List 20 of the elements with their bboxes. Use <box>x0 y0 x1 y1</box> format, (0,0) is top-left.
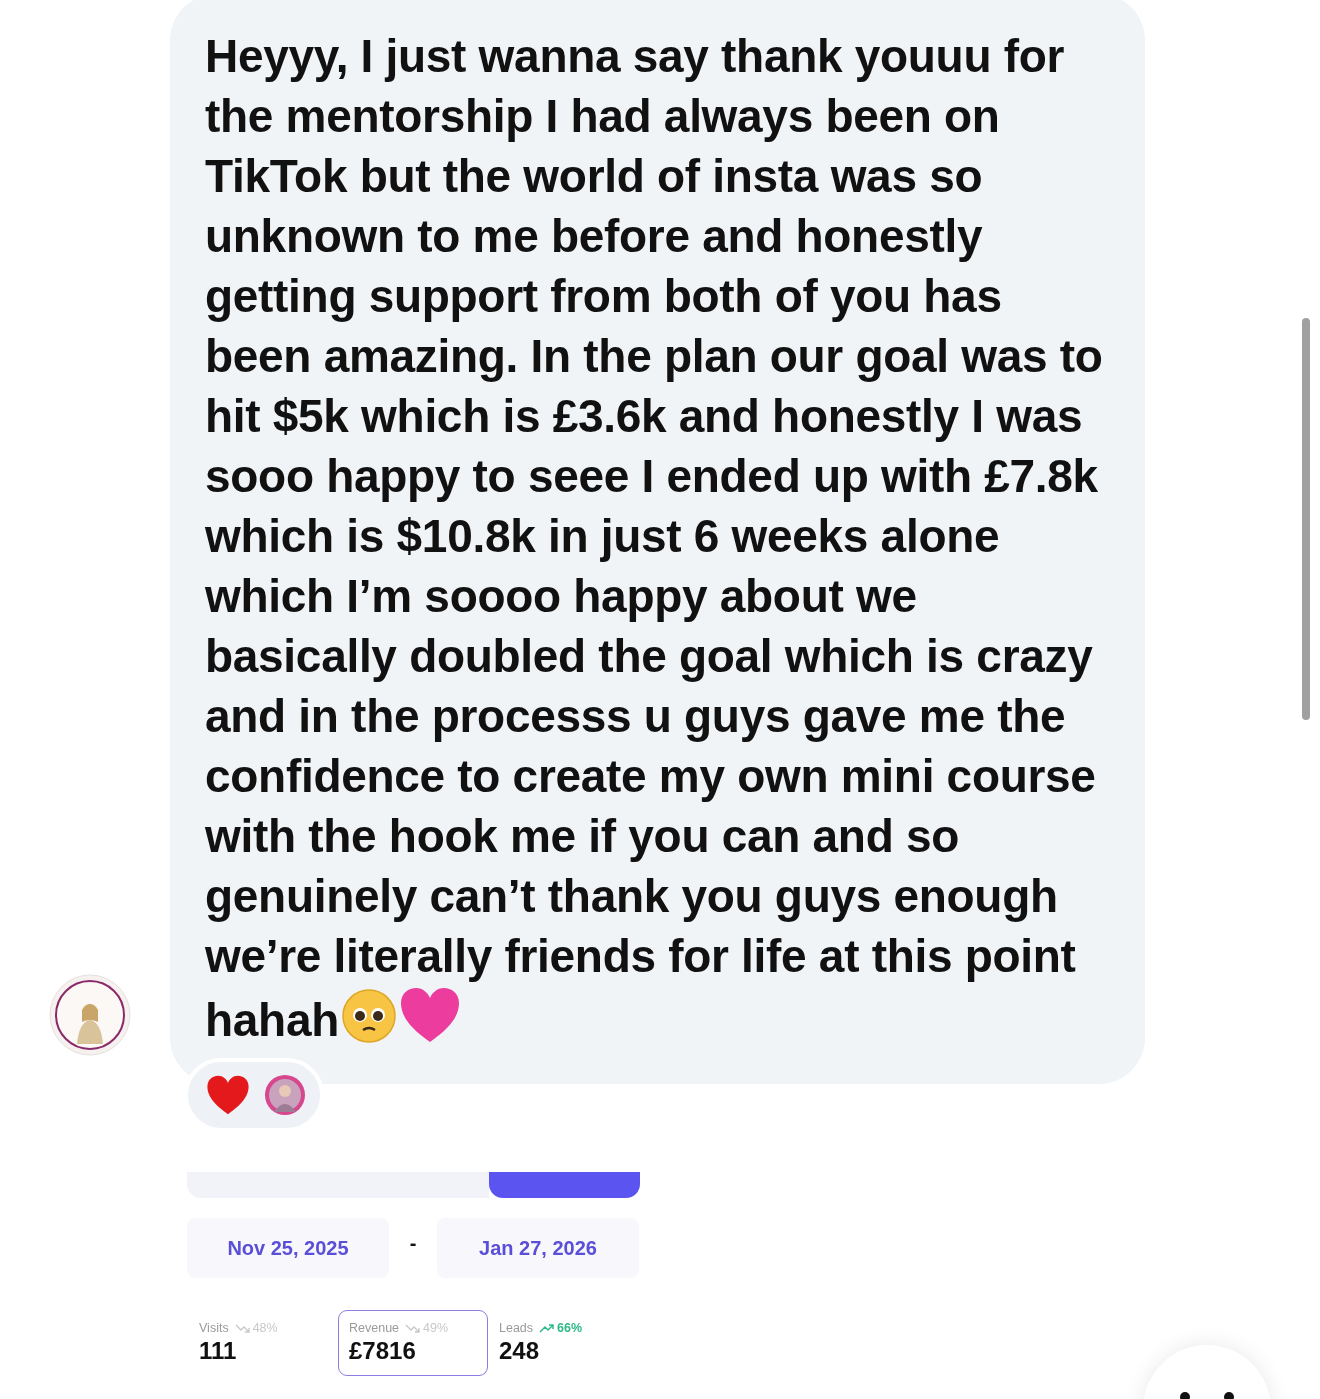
heart-icon <box>398 986 461 1044</box>
stat-label: Visits <box>199 1321 229 1335</box>
stat-value: 111 <box>199 1337 238 1365</box>
stat-label: Revenue <box>349 1321 400 1335</box>
range-tab[interactable] <box>489 1172 640 1198</box>
stat-value: £7816 <box>349 1337 417 1365</box>
stat-card[interactable]: Leads 66% 248 <box>488 1310 638 1376</box>
trend-down-icon <box>405 1323 422 1333</box>
stat-value: 248 <box>499 1337 541 1365</box>
message-text: Heyyy, I just wanna say thank youuu for the mentorship I had always been on TikTok but the world of insta was so unknown to me before and honestly getting support from both of you has been amazing. In the plan our goal was to hit $5k which is £3.6k and honestly I was sooo happy to seee I ended up with £7.8k which is $10.8k in just 6 weeks alone which I’m soooo happy about we basically doubled the goal which is crazy and in the processs u guys gave me the confidence to create my own mini course with the hook me if you can and so genuinely can’t thank you guys enough we’re literally friends for life at this point hahah <box>205 29 1104 1048</box>
trend-up-icon <box>539 1323 556 1333</box>
heart-icon <box>206 1074 250 1116</box>
stat-label: Leads <box>499 1321 534 1335</box>
date-separator: - <box>408 1231 418 1255</box>
trend-down-icon <box>234 1323 251 1333</box>
pleading-face-icon <box>340 988 397 1044</box>
scrollbar[interactable] <box>1302 318 1310 720</box>
stat-change: 66% <box>557 1321 583 1335</box>
start-date-field[interactable]: Nov 25, 2025 <box>187 1218 389 1278</box>
end-date-field[interactable]: Jan 27, 2026 <box>437 1218 639 1278</box>
